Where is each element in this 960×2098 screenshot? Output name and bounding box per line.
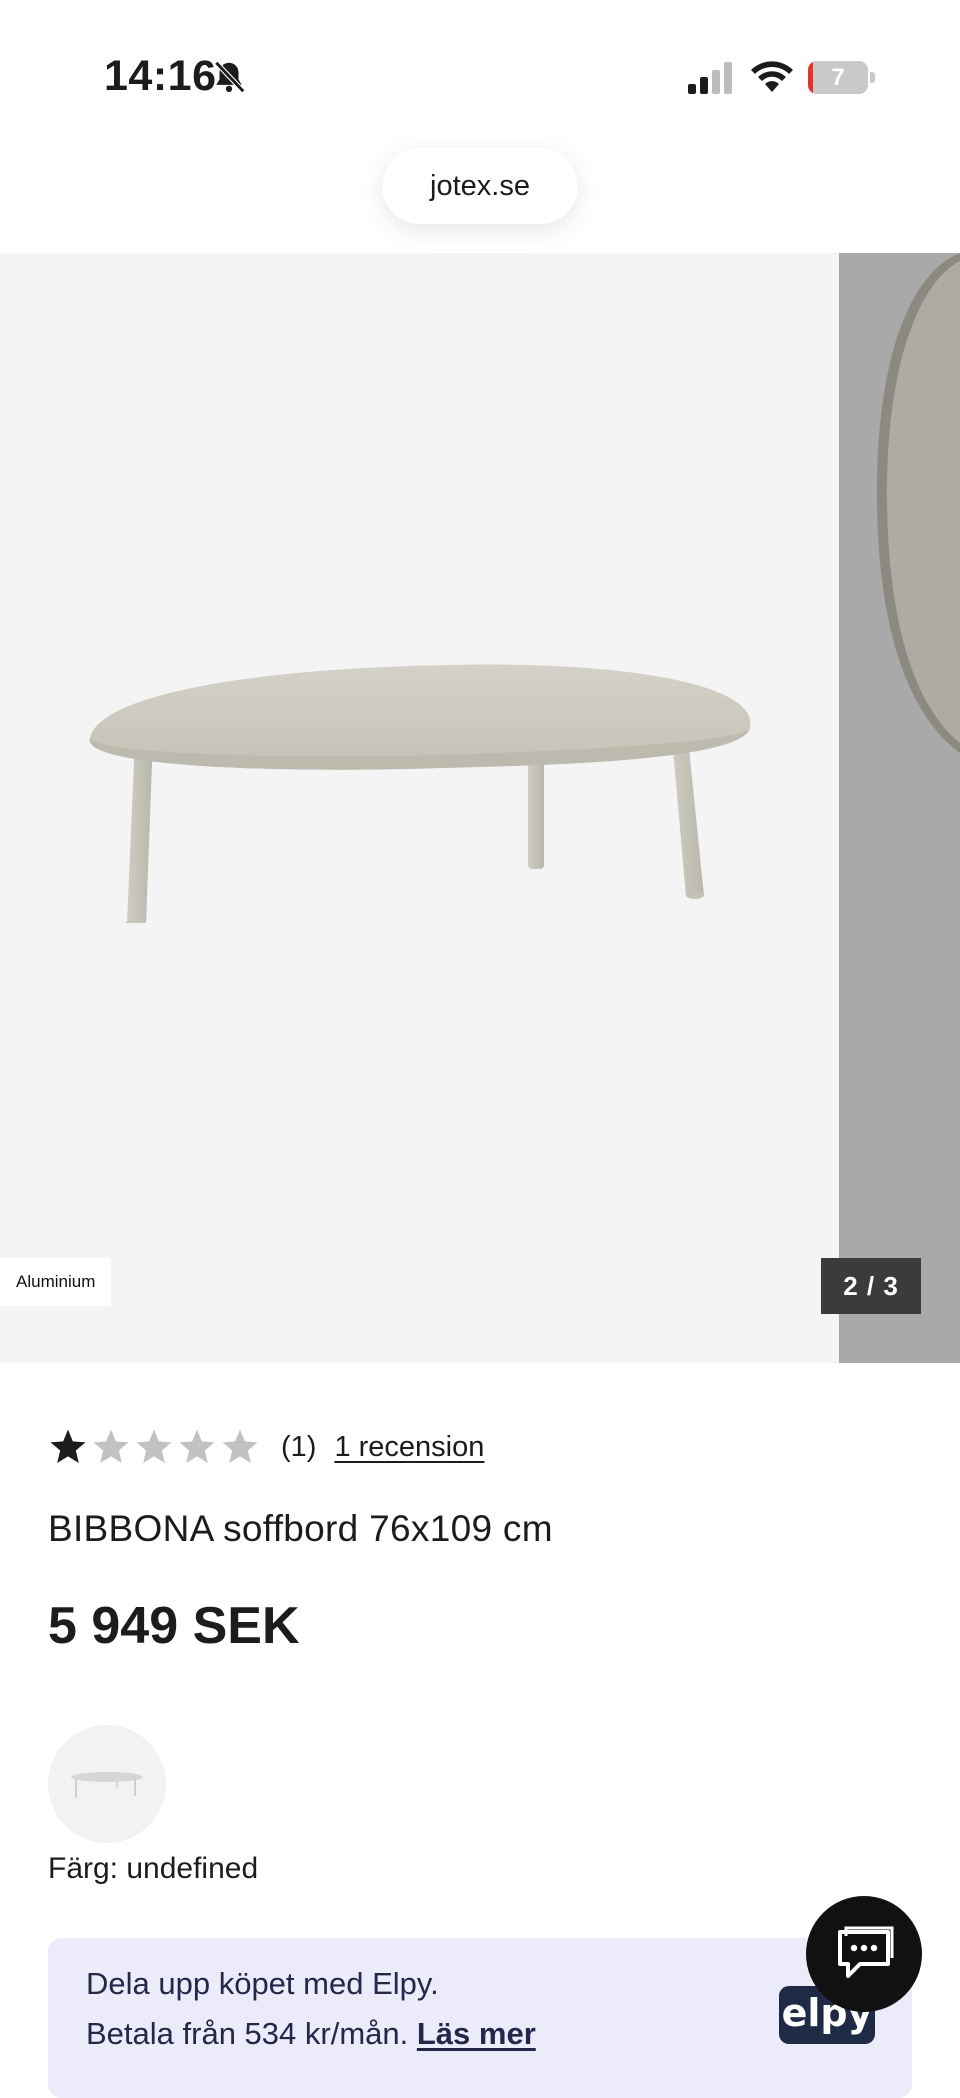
url-text: jotex.se (430, 169, 530, 202)
bell-slash-icon (214, 61, 246, 93)
wifi-icon (751, 61, 793, 92)
status-bar: 14:16 7 (0, 0, 960, 150)
star-empty-icon (179, 1429, 215, 1463)
image-counter: 2 / 3 (821, 1258, 921, 1314)
material-badge: Aluminium (0, 1258, 112, 1306)
product-image-gallery[interactable]: Aluminium 2 / 3 (0, 253, 960, 1363)
rating-count: (1) (281, 1430, 317, 1463)
star-empty-icon (93, 1429, 129, 1463)
star-empty-icon (222, 1429, 258, 1463)
cellular-signal-icon (688, 62, 732, 94)
product-image[interactable]: Aluminium (0, 253, 839, 1363)
next-product-image[interactable] (839, 253, 960, 1363)
elpy-installment-banner: Dela upp köpet med Elpy. Betala från 534… (48, 1938, 912, 2098)
product-price: 5 949 SEK (48, 1597, 300, 1655)
coffee-table-image (89, 664, 751, 923)
star-empty-icon (136, 1429, 172, 1463)
color-swatch[interactable] (48, 1725, 166, 1843)
swatch-table-thumbnail (71, 1772, 143, 1798)
address-bar[interactable]: jotex.se (382, 148, 578, 224)
battery-percent: 7 (831, 64, 845, 91)
elpy-line2: Betala från 534 kr/mån. Läs mer (86, 2016, 536, 2052)
read-more-link[interactable]: Läs mer (417, 2016, 536, 2051)
clock: 14:16 (104, 52, 217, 100)
table-closeup-image (839, 253, 960, 1363)
rating-stars (48, 1427, 263, 1467)
reviews-link[interactable]: 1 recension (334, 1431, 484, 1464)
chat-button[interactable] (806, 1896, 922, 2012)
color-label: Färg: undefined (48, 1852, 259, 1885)
battery-icon: 7 (808, 61, 876, 94)
product-title: BIBBONA soffbord 76x109 cm (48, 1508, 553, 1549)
product-rating[interactable]: (1) 1 recension (48, 1420, 484, 1474)
star-filled-icon (50, 1429, 86, 1463)
elpy-line1: Dela upp köpet med Elpy. (86, 1966, 439, 2001)
chat-bubble-icon (838, 1926, 894, 1978)
elpy-monthly-text: Betala från 534 kr/mån. (86, 2016, 409, 2051)
